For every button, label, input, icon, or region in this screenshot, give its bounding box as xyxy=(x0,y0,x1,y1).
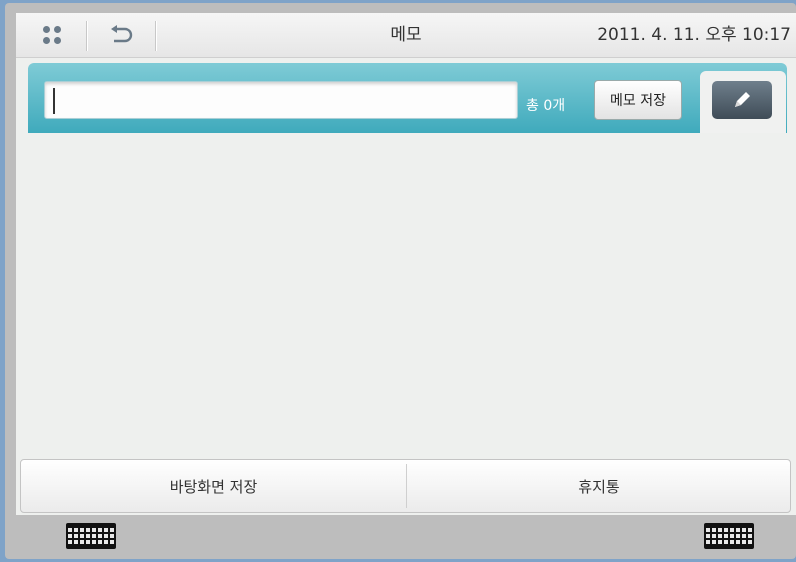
datetime-label: 2011. 4. 11. 오후 10:17 xyxy=(597,25,791,45)
keyboard-icon[interactable] xyxy=(66,523,116,549)
memo-toolbar: 총 0개 메모 저장 xyxy=(28,63,787,133)
bottom-action-bar: 바탕화면 저장 휴지통 xyxy=(20,459,791,513)
save-wallpaper-button[interactable]: 바탕화면 저장 xyxy=(21,460,406,512)
pen-tab xyxy=(700,71,786,133)
save-memo-button[interactable]: 메모 저장 xyxy=(594,80,682,120)
page-title: 메모 xyxy=(390,25,422,45)
memo-board[interactable] xyxy=(16,133,796,459)
divider xyxy=(155,21,156,51)
memo-count-label: 총 0개 xyxy=(526,98,566,114)
device-frame: 메모 2011. 4. 11. 오후 10:17 총 0개 메모 저장 바탕화면… xyxy=(5,3,796,559)
app-screen: 메모 2011. 4. 11. 오후 10:17 총 0개 메모 저장 바탕화면… xyxy=(16,13,796,515)
status-bar: 메모 2011. 4. 11. 오후 10:17 xyxy=(16,13,796,58)
trash-button[interactable]: 휴지통 xyxy=(407,460,791,512)
apps-button[interactable] xyxy=(18,13,86,57)
back-button[interactable] xyxy=(87,13,155,57)
apps-grid-icon xyxy=(43,26,61,44)
keyboard-icon[interactable] xyxy=(704,523,754,549)
write-button[interactable] xyxy=(712,81,772,119)
back-icon xyxy=(111,25,133,43)
pencil-icon xyxy=(735,92,750,107)
memo-search-input[interactable] xyxy=(44,81,518,119)
text-cursor xyxy=(53,88,55,114)
